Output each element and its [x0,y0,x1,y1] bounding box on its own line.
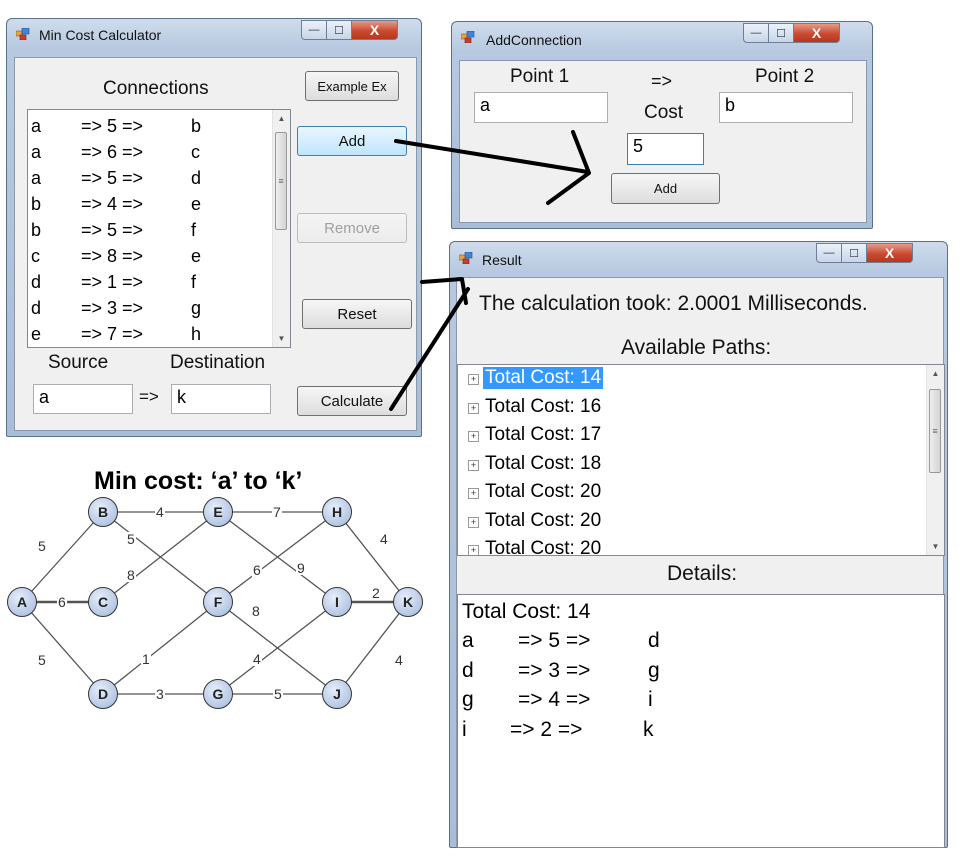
edge-a-b [21,511,104,603]
edge-label: 4 [155,504,165,520]
arrow-to-add-connection [394,139,590,174]
graph-node-g: G [203,679,233,709]
edge-label: 8 [126,567,136,583]
graph-node-j: J [322,679,352,709]
edge-label: 5 [37,652,47,668]
graph-node-h: H [322,497,352,527]
edge-d-f [102,601,219,695]
graph-node-f: F [203,587,233,617]
edge-label: 5 [273,686,283,702]
edge-label: 2 [371,585,381,601]
edge-j-k [336,601,409,695]
graph-node-c: C [88,587,118,617]
edge-label: 5 [126,531,136,547]
graph-node-a: A [7,587,37,617]
graph-node-k: K [393,587,423,617]
edge-label: 5 [37,538,47,554]
edge-label: 1 [141,651,151,667]
edge-label: 7 [272,504,282,520]
edge-label: 4 [252,651,262,667]
edge-label: 4 [379,531,389,547]
edge-label: 9 [296,560,306,576]
annotation-arrows [389,130,591,411]
edge-a-d [21,601,104,695]
edge-label: 6 [57,594,67,610]
graph-node-b: B [88,497,118,527]
edge-label: 3 [155,686,165,702]
arrow-to-result [389,287,470,411]
graph-diagram: Min cost: ‘a’ to ‘k’ 5 6 5 4 5 8 1 3 7 6… [0,460,440,720]
graph-node-d: D [88,679,118,709]
graph-node-i: I [322,587,352,617]
edge-label: 8 [251,603,261,619]
edge-label: 6 [252,562,262,578]
graph-node-e: E [203,497,233,527]
edge-label: 4 [394,652,404,668]
